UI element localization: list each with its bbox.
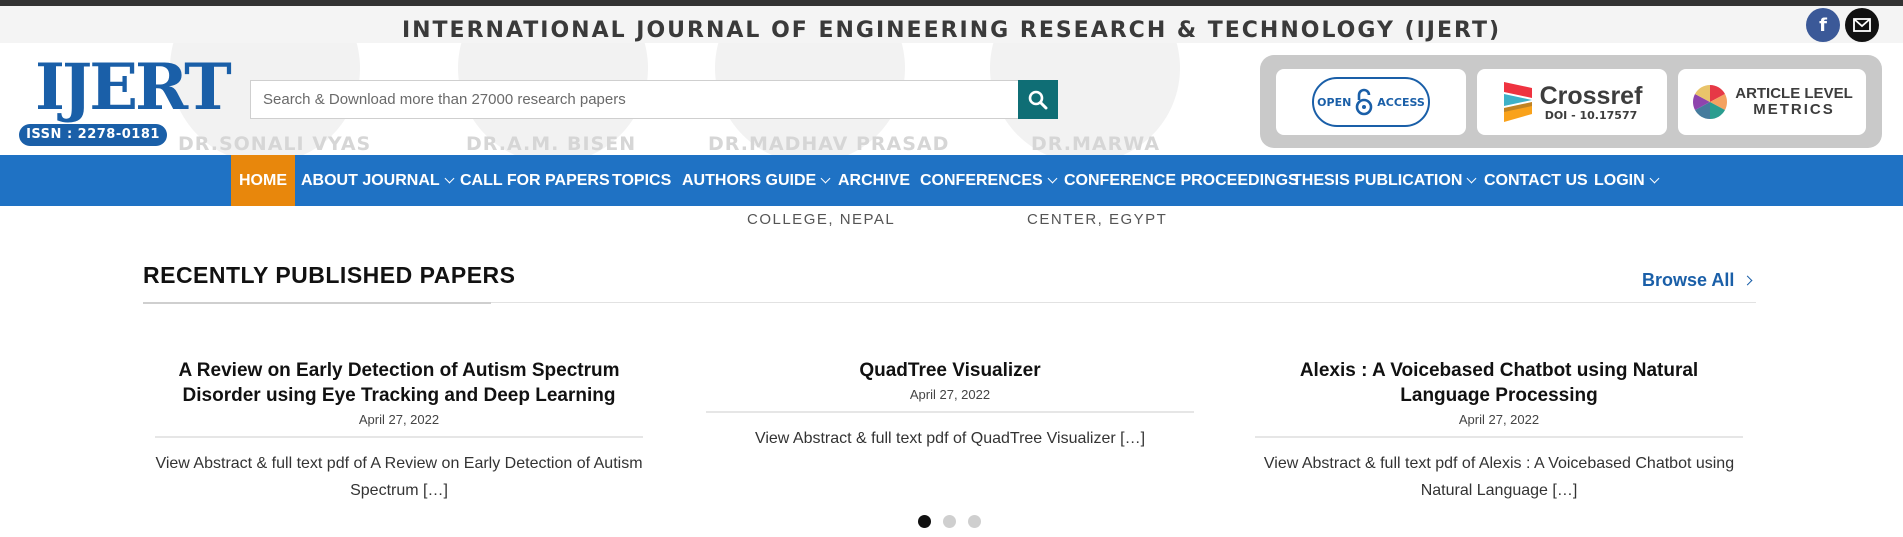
card-divider [706,411,1194,413]
logo-issn: ISSN : 2278-0181 [19,124,167,146]
title-bar: INTERNATIONAL JOURNAL OF ENGINEERING RES… [0,6,1903,43]
browse-all-link[interactable]: Browse All [1642,270,1753,291]
paper-card: A Review on Early Detection of Autism Sp… [155,358,643,504]
logo-wordmark: IJERT [35,50,232,125]
search-icon [1028,90,1048,109]
editor-name: DR.A.M. BISEN [466,133,637,155]
crossref-badge[interactable]: Crossref DOI - 10.17577 [1477,69,1667,135]
nav-item-contact-us[interactable]: CONTACT US [1484,155,1588,206]
paper-date: April 27, 2022 [909,387,991,402]
search-bar [250,80,1058,119]
chevron-down-icon [1047,173,1058,184]
nav-item-authors-guide[interactable]: AUTHORS GUIDE [682,155,831,206]
card-divider [1255,436,1743,438]
open-access-badge[interactable]: OPEN ACCESS [1276,69,1466,135]
main-navigation: HOME ABOUT JOURNAL CALL FOR PAPERS TOPIC… [0,155,1903,206]
crossref-logo-icon [1503,82,1532,122]
paper-title-link[interactable]: Alexis : A Voicebased Chatbot using Natu… [1255,358,1743,408]
alm-line2: METRICS [1753,101,1835,118]
nav-item-thesis-publication[interactable]: THESIS PUBLICATION [1292,155,1477,206]
metrics-wheel-icon [1693,85,1728,119]
nav-item-topics[interactable]: TOPICS [612,155,671,206]
section-divider-accent [143,302,491,304]
editor-name: DR.SONALI VYAS [178,133,372,155]
chevron-down-icon [820,173,831,184]
article-level-metrics-badge[interactable]: ARTICLE LEVEL METRICS [1678,69,1866,135]
paper-excerpt: View Abstract & full text pdf of QuadTre… [754,430,1146,447]
indexing-badges: OPEN ACCESS Crossref DOI - 10.17577 ARTI… [1260,55,1882,148]
paper-card: Alexis : A Voicebased Chatbot using Natu… [1255,358,1743,504]
carousel-pagination [918,515,981,528]
editor-affiliation: CENTER, EGYPT [1027,211,1168,228]
alm-line1: ARTICLE LEVEL [1735,85,1853,102]
nav-item-login[interactable]: LOGIN [1594,155,1660,206]
paper-date: April 27, 2022 [358,412,440,427]
search-button[interactable] [1018,80,1058,119]
email-icon[interactable] [1845,8,1879,42]
paper-date: April 27, 2022 [1458,412,1540,427]
nav-item-conferences[interactable]: CONFERENCES [920,155,1058,206]
editor-affiliation: COLLEGE, NEPAL [747,211,896,228]
chevron-right-icon [1742,275,1753,286]
site-logo[interactable]: IJERT ISSN : 2278-0181 [19,50,232,146]
crossref-name: Crossref [1539,81,1643,110]
section-heading: RECENTLY PUBLISHED PAPERS [143,262,516,288]
nav-item-about-journal[interactable]: ABOUT JOURNAL [301,155,455,206]
crossref-doi: DOI - 10.17577 [1544,108,1638,122]
open-lock-icon [1355,88,1373,116]
chevron-down-icon [1466,173,1477,184]
carousel-dot[interactable] [918,515,931,528]
nav-item-home[interactable]: HOME [231,155,295,206]
paper-excerpt: View Abstract & full text pdf of A Revie… [155,455,643,499]
carousel-dot[interactable] [968,515,981,528]
paper-excerpt: View Abstract & full text pdf of Alexis … [1263,455,1735,499]
paper-title-link[interactable]: A Review on Early Detection of Autism Sp… [155,358,643,408]
search-input[interactable] [251,81,1017,118]
editor-name: DR.MARWA [1031,133,1161,155]
paper-card: QuadTree Visualizer April 27, 2022 View … [706,358,1194,452]
nav-item-archive[interactable]: ARCHIVE [838,155,910,206]
chevron-down-icon [1649,173,1660,184]
site-title: INTERNATIONAL JOURNAL OF ENGINEERING RES… [401,18,1502,43]
nav-item-call-for-papers[interactable]: CALL FOR PAPERS [460,155,610,206]
facebook-icon[interactable]: f [1806,8,1840,42]
carousel-dot[interactable] [943,515,956,528]
nav-item-conference-proceedings[interactable]: CONFERENCE PROCEEDINGS [1064,155,1299,206]
open-access-logo: OPEN ACCESS [1312,77,1430,127]
chevron-down-icon [444,173,455,184]
paper-title-link[interactable]: QuadTree Visualizer [706,358,1194,383]
editor-name: DR.MADHAV PRASAD [708,133,950,155]
card-divider [155,436,643,438]
